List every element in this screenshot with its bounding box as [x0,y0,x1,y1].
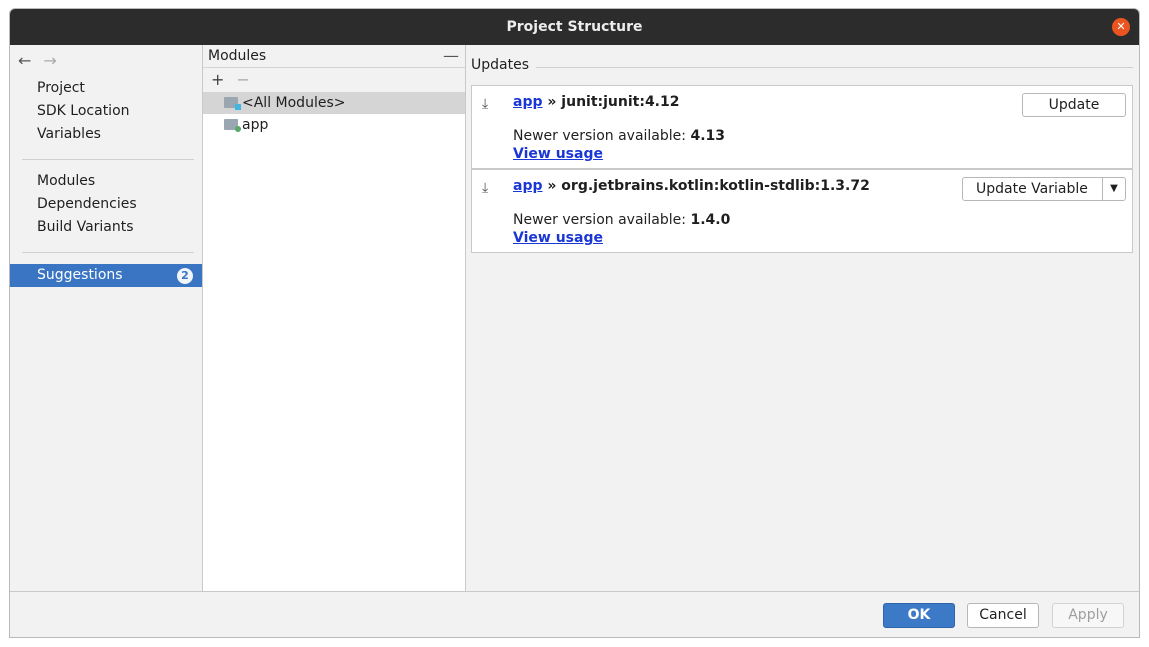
artifact-name: org.jetbrains.kotlin:kotlin-stdlib:1.3.7… [561,178,870,194]
forward-arrow-icon[interactable]: → [43,51,56,70]
back-arrow-icon[interactable]: ← [18,51,31,70]
sidebar-item-sdk-location[interactable]: SDK Location [10,100,202,123]
dialog-footer: OK Cancel Apply [10,591,1139,637]
module-item-app[interactable]: app [203,114,465,136]
sidebar-divider [22,159,194,160]
modules-title: Modules [208,48,267,64]
modules-header: Modules — [203,45,465,68]
add-icon[interactable]: + [211,68,224,92]
window-title: Project Structure [506,19,643,35]
updates-divider [536,67,1133,68]
remove-icon[interactable]: − [236,68,249,92]
view-usage-link[interactable]: View usage [513,146,603,162]
view-usage-container: View usage [513,146,603,162]
module-link[interactable]: app [513,178,543,194]
collapse-icon[interactable]: — [443,45,459,67]
title-bar: Project Structure ✕ [10,9,1139,45]
sidebar-item-modules[interactable]: Modules [10,170,202,193]
sidebar: ← → Project SDK Location Variables Modul… [10,45,203,591]
newer-version: 1.4.0 [690,212,731,228]
update-card: ⤓ app » org.jetbrains.kotlin:kotlin-stdl… [471,169,1133,253]
sidebar-item-dependencies[interactable]: Dependencies [10,193,202,216]
modules-panel: Modules — + − <All Modules> app [203,45,466,591]
view-usage-link[interactable]: View usage [513,230,603,246]
download-icon: ⤓ [482,180,489,196]
module-item-all-modules[interactable]: <All Modules> [203,92,465,114]
suggestions-count-badge: 2 [177,268,193,284]
update-card: ⤓ app » junit:junit:4.12 Update Newer ve… [471,85,1133,169]
artifact-name: junit:junit:4.12 [561,94,680,110]
update-variable-label[interactable]: Update Variable [976,181,1088,197]
download-icon: ⤓ [482,96,489,112]
newer-version-text: Newer version available: 1.4.0 [513,212,731,228]
ok-button[interactable]: OK [883,603,955,628]
sidebar-item-build-variants[interactable]: Build Variants [10,216,202,239]
newer-version: 4.13 [690,128,725,144]
module-label: <All Modules> [242,95,346,111]
updates-title: Updates [471,57,529,73]
nav-arrows: ← → [18,51,57,70]
modules-toolbar: + − [203,68,465,92]
cancel-button[interactable]: Cancel [967,603,1039,628]
sidebar-item-label: Suggestions [37,267,123,283]
module-label: app [242,117,269,133]
sidebar-item-suggestions[interactable]: Suggestions 2 [10,264,202,287]
folder-module-icon [224,119,241,132]
card-title: app » junit:junit:4.12 [513,94,680,110]
sidebar-item-variables[interactable]: Variables [10,123,202,146]
apply-button[interactable]: Apply [1052,603,1124,628]
view-usage-container: View usage [513,230,603,246]
module-link[interactable]: app [513,94,543,110]
update-variable-split-button[interactable]: Update Variable ▼ [962,177,1126,201]
project-structure-dialog: Project Structure ✕ ← → Project SDK Loca… [9,8,1140,638]
sidebar-item-project[interactable]: Project [10,77,202,100]
newer-version-text: Newer version available: 4.13 [513,128,725,144]
suggestions-content: Updates ⤓ app » junit:junit:4.12 Update … [466,45,1139,591]
nav-group-suggestions: Suggestions 2 [10,264,202,287]
card-title: app » org.jetbrains.kotlin:kotlin-stdlib… [513,178,870,194]
dropdown-arrow-icon[interactable]: ▼ [1102,178,1125,200]
nav-group-modules: Modules Dependencies Build Variants [10,170,202,239]
update-button[interactable]: Update [1022,93,1126,117]
close-button[interactable]: ✕ [1112,18,1130,36]
nav-group-project: Project SDK Location Variables [10,77,202,146]
folder-modules-icon [224,97,241,110]
sidebar-divider [22,252,194,253]
